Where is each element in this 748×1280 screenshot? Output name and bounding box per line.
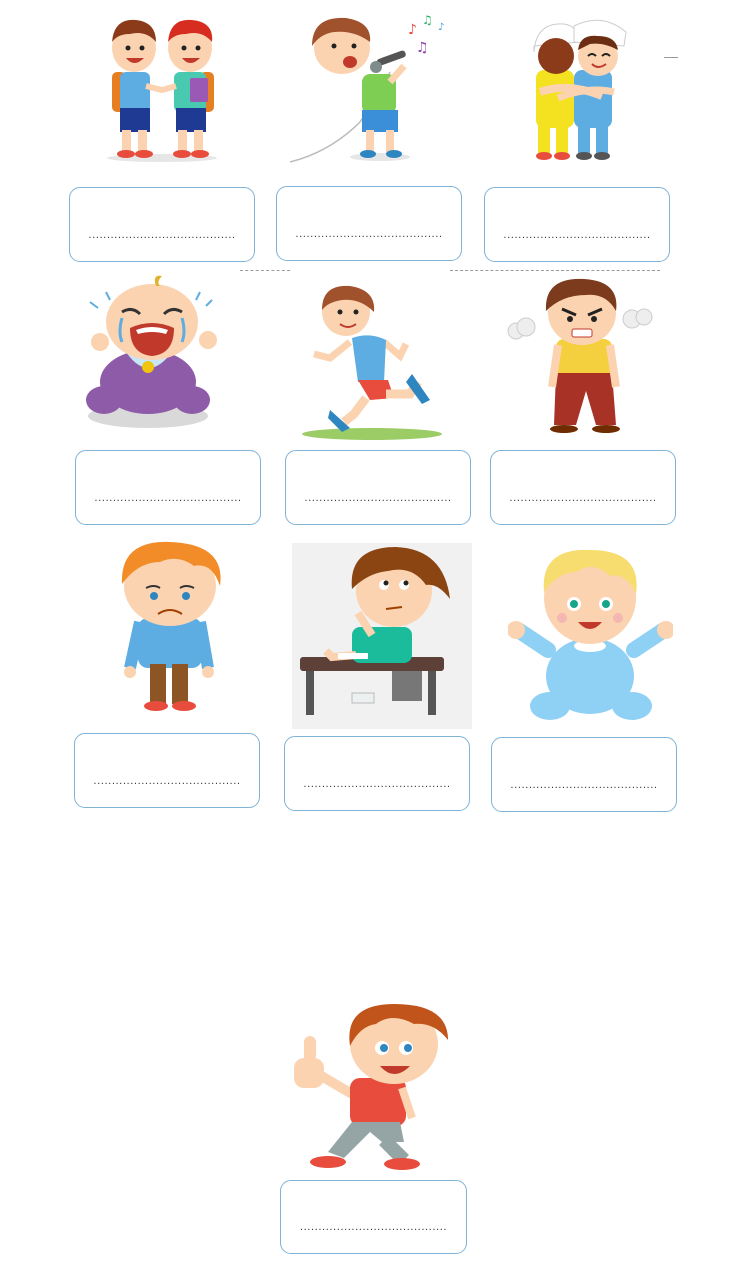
answer-box[interactable]: ........................................ xyxy=(69,187,255,262)
answer-dotted-line: ........................................ xyxy=(510,781,658,791)
answer-box[interactable]: ........................................ xyxy=(280,1180,467,1254)
answer-box[interactable]: ........................................ xyxy=(284,736,470,811)
svg-text:♫: ♫ xyxy=(422,13,433,27)
answer-box[interactable]: ........................................ xyxy=(276,186,462,261)
happy-baby-icon xyxy=(508,546,673,724)
answer-dotted-line: ........................................ xyxy=(509,494,657,504)
answer-dotted-line: ........................................ xyxy=(295,230,443,240)
answer-box[interactable]: ........................................ xyxy=(285,450,471,525)
boys-hugging-icon xyxy=(528,12,630,167)
baby-crying-icon xyxy=(82,272,227,430)
answer-box[interactable]: ........................................ xyxy=(75,450,261,525)
dashed-separator xyxy=(450,270,660,271)
answer-box[interactable]: ........................................ xyxy=(484,187,670,262)
answer-dotted-line: ........................................ xyxy=(94,494,242,504)
svg-text:♫: ♫ xyxy=(416,40,429,56)
svg-text:♪: ♪ xyxy=(438,22,444,33)
boy-running-icon xyxy=(300,282,444,442)
answer-box[interactable]: ........................................ xyxy=(490,450,676,525)
dash-mark xyxy=(664,57,678,58)
answer-dotted-line: ........................................ xyxy=(303,780,451,790)
answer-dotted-line: ........................................ xyxy=(503,231,651,241)
sad-boy-icon xyxy=(108,540,230,715)
angry-boy-icon xyxy=(502,275,656,437)
answer-box[interactable]: ........................................ xyxy=(491,737,677,812)
boy-thinking-at-desk-icon xyxy=(292,543,472,729)
answer-dotted-line: ........................................ xyxy=(299,1223,448,1233)
boy-thumbs-up-icon xyxy=(288,1000,453,1172)
answer-dotted-line: ........................................ xyxy=(93,777,241,787)
svg-text:♪: ♪ xyxy=(408,22,417,38)
answer-dotted-line: ........................................ xyxy=(88,231,236,241)
dashed-separator xyxy=(240,270,290,271)
answer-dotted-line: ........................................ xyxy=(304,494,452,504)
two-boys-talking-icon xyxy=(100,12,225,164)
boy-singing-microphone-icon: ♪ ♫ ♫ ♪ xyxy=(290,12,450,167)
answer-box[interactable]: ........................................ xyxy=(74,733,260,808)
